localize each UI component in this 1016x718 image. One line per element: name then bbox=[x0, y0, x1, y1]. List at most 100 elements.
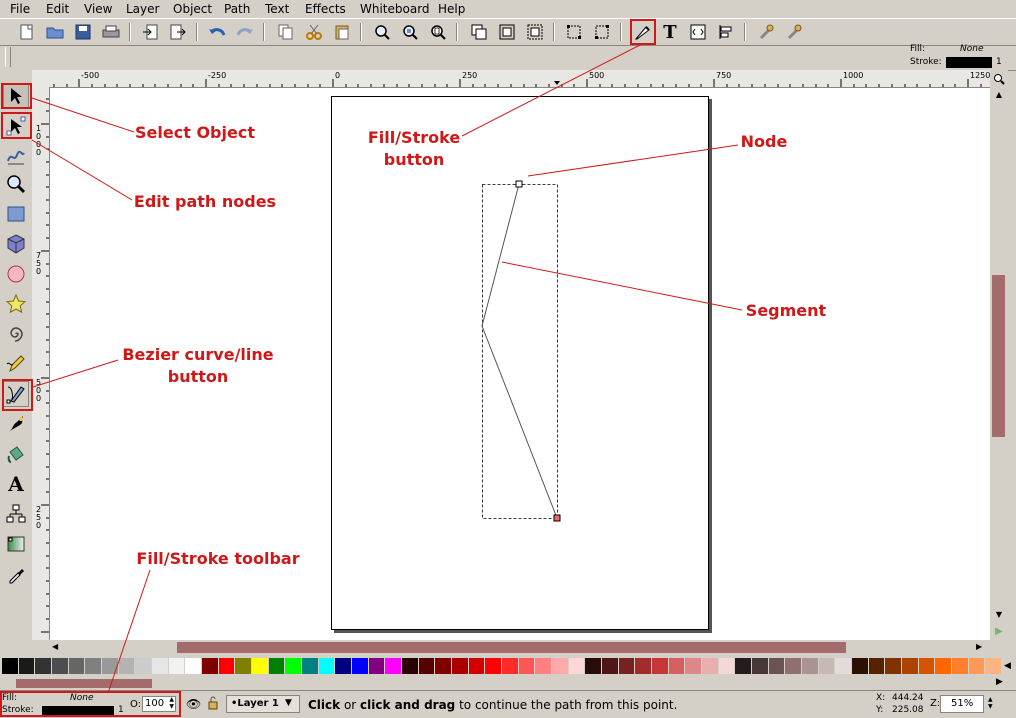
zoom-selection-icon[interactable] bbox=[372, 22, 392, 42]
palette-swatch[interactable] bbox=[52, 658, 68, 674]
resize-corner-icon[interactable]: ▶ bbox=[994, 626, 1004, 637]
palette-swatch[interactable] bbox=[35, 658, 51, 674]
scroll-left-arrow-icon[interactable]: ◀ bbox=[52, 642, 62, 652]
path-segment[interactable] bbox=[481, 183, 558, 519]
snap-icon[interactable] bbox=[564, 22, 584, 42]
snap-nodes-icon[interactable] bbox=[592, 22, 612, 42]
menu-view[interactable]: View bbox=[84, 2, 112, 16]
visibility-eye-icon[interactable]: 👁 bbox=[186, 697, 201, 711]
connector-tool-icon[interactable] bbox=[3, 501, 29, 527]
palette-swatch[interactable] bbox=[568, 658, 585, 674]
palette-swatch[interactable] bbox=[935, 658, 951, 674]
ellipse-tool-icon[interactable] bbox=[3, 261, 29, 287]
menu-text[interactable]: Text bbox=[265, 2, 289, 16]
palette-swatch[interactable] bbox=[902, 658, 918, 674]
palette-swatch[interactable] bbox=[685, 658, 701, 674]
pencil-tool-icon[interactable] bbox=[3, 351, 29, 377]
layer-selector[interactable]: •Layer 1 ▼ bbox=[226, 695, 300, 713]
bezier-tool-icon[interactable] bbox=[3, 381, 29, 407]
scroll-right-arrow-icon[interactable]: ▶ bbox=[976, 642, 986, 652]
palette-swatch[interactable] bbox=[785, 658, 801, 674]
palette-swatch[interactable] bbox=[452, 658, 468, 674]
new-icon[interactable] bbox=[17, 22, 37, 42]
palette-swatch[interactable] bbox=[518, 658, 535, 674]
text-tool-icon[interactable]: A bbox=[3, 471, 29, 497]
document-properties-icon[interactable] bbox=[784, 22, 804, 42]
palette-swatch[interactable] bbox=[835, 658, 851, 674]
palette-swatch[interactable] bbox=[102, 658, 118, 674]
zoom-page-icon[interactable] bbox=[428, 22, 448, 42]
paint-bucket-tool-icon[interactable] bbox=[3, 441, 29, 467]
zoom-spin-arrows-icon[interactable]: ▲ ▼ bbox=[988, 696, 993, 710]
align-icon[interactable] bbox=[716, 22, 736, 42]
palette-swatch[interactable] bbox=[235, 658, 251, 674]
palette-swatch[interactable] bbox=[602, 658, 618, 674]
palette-swatch[interactable] bbox=[802, 658, 818, 674]
palette-swatch[interactable] bbox=[85, 658, 101, 674]
menu-help[interactable]: Help bbox=[438, 2, 465, 16]
palette-swatch[interactable] bbox=[135, 658, 151, 674]
palette-swatch[interactable] bbox=[635, 658, 651, 674]
copy-icon[interactable] bbox=[276, 22, 296, 42]
open-icon[interactable] bbox=[45, 22, 65, 42]
palette-swatch[interactable] bbox=[468, 658, 485, 674]
path-node-end[interactable] bbox=[553, 514, 561, 522]
horizontal-scroll-thumb[interactable] bbox=[177, 642, 846, 653]
palette-swatch[interactable] bbox=[868, 658, 885, 674]
palette-swatch[interactable] bbox=[435, 658, 451, 674]
star-tool-icon[interactable] bbox=[3, 291, 29, 317]
vertical-ruler[interactable]: 1000 750 500 250 bbox=[32, 87, 50, 640]
palette-swatch[interactable] bbox=[352, 658, 368, 674]
export-icon[interactable] bbox=[168, 22, 188, 42]
palette-swatch[interactable] bbox=[18, 658, 35, 674]
palette-scroll-thumb[interactable] bbox=[16, 679, 152, 688]
palette-swatch[interactable] bbox=[585, 658, 601, 674]
palette-swatch[interactable] bbox=[118, 658, 135, 674]
palette-swatch[interactable] bbox=[285, 658, 301, 674]
palette-swatch[interactable] bbox=[402, 658, 418, 674]
palette-scroll-right-icon[interactable]: ▶ bbox=[996, 677, 1003, 687]
preferences-icon[interactable] bbox=[756, 22, 776, 42]
palette-swatch[interactable] bbox=[752, 658, 768, 674]
menu-layer[interactable]: Layer bbox=[126, 2, 159, 16]
lock-icon[interactable] bbox=[207, 695, 219, 711]
palette-swatch[interactable] bbox=[385, 658, 401, 674]
palette-menu-icon[interactable]: ◀ bbox=[1004, 661, 1011, 671]
undo-icon[interactable] bbox=[207, 22, 227, 42]
menu-edit[interactable]: Edit bbox=[46, 2, 69, 16]
palette-swatch[interactable] bbox=[668, 658, 685, 674]
palette-swatch[interactable] bbox=[218, 658, 235, 674]
horizontal-scrollbar[interactable]: ◀ ▶ bbox=[50, 640, 990, 654]
palette-swatch[interactable] bbox=[985, 658, 1001, 674]
palette-swatch[interactable] bbox=[502, 658, 518, 674]
palette-swatch[interactable] bbox=[735, 658, 751, 674]
palette-swatch[interactable] bbox=[818, 658, 835, 674]
ungroup-icon[interactable] bbox=[525, 22, 545, 42]
menu-path[interactable]: Path bbox=[224, 2, 250, 16]
palette-scrollbar[interactable]: ▶ bbox=[0, 677, 1016, 689]
palette-swatch[interactable] bbox=[318, 658, 335, 674]
opacity-spin-arrows-icon[interactable]: ▲ ▼ bbox=[169, 696, 174, 710]
palette-swatch[interactable] bbox=[185, 658, 201, 674]
gradient-tool-icon[interactable] bbox=[3, 531, 29, 557]
fill-stroke-icon[interactable] bbox=[632, 22, 652, 42]
palette-swatch[interactable] bbox=[952, 658, 968, 674]
zoom-field[interactable]: 51% bbox=[940, 695, 984, 713]
dropper-tool-icon[interactable] bbox=[3, 561, 29, 587]
palette-swatch[interactable] bbox=[535, 658, 551, 674]
palette-swatch[interactable] bbox=[268, 658, 285, 674]
palette-swatch[interactable] bbox=[418, 658, 435, 674]
palette-swatch[interactable] bbox=[168, 658, 185, 674]
selector-tool-icon[interactable] bbox=[3, 83, 29, 109]
toolbar-handle[interactable] bbox=[5, 47, 11, 67]
palette-swatch[interactable] bbox=[968, 658, 985, 674]
palette-swatch[interactable] bbox=[335, 658, 351, 674]
zoom-corner-icon[interactable] bbox=[992, 72, 1006, 86]
menu-whiteboard[interactable]: Whiteboard bbox=[360, 2, 430, 16]
3d-box-tool-icon[interactable] bbox=[3, 231, 29, 257]
palette-swatch[interactable] bbox=[302, 658, 318, 674]
fill-value[interactable]: None bbox=[960, 44, 983, 54]
node-tool-icon[interactable] bbox=[3, 113, 29, 139]
cut-icon[interactable] bbox=[304, 22, 324, 42]
palette-swatch[interactable] bbox=[552, 658, 568, 674]
